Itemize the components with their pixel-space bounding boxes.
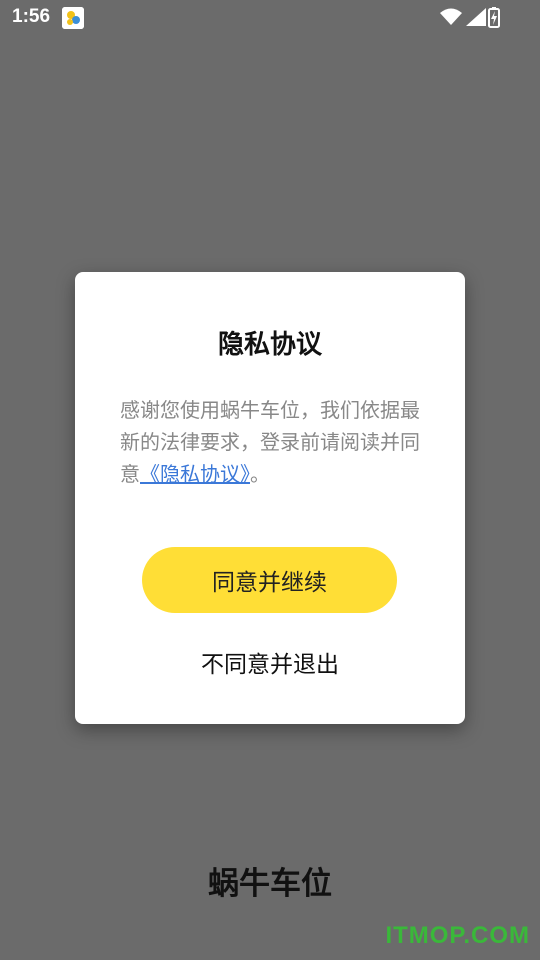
watermark: ITMOP.COM bbox=[385, 922, 530, 949]
privacy-policy-link[interactable]: 《隐私协议》 bbox=[140, 462, 250, 486]
status-bar: 1:56 bbox=[0, 0, 540, 36]
dialog-body: 感谢您使用蜗牛车位，我们依据最新的法律要求，登录前请阅读并同意《隐私协议》。 bbox=[120, 394, 425, 490]
status-time: 1:56 bbox=[12, 6, 51, 27]
app-notification-icon bbox=[62, 7, 84, 29]
battery-charging-icon bbox=[488, 7, 500, 32]
cellular-signal-icon bbox=[466, 8, 486, 30]
wifi-icon bbox=[440, 8, 462, 30]
app-name: 蜗牛车位 bbox=[208, 866, 332, 902]
agree-continue-button[interactable]: 同意并继续 bbox=[142, 547, 397, 613]
dialog-title: 隐私协议 bbox=[217, 330, 322, 360]
disagree-exit-button[interactable]: 不同意并退出 bbox=[75, 645, 465, 679]
privacy-dialog: 隐私协议 感谢您使用蜗牛车位，我们依据最新的法律要求，登录前请阅读并同意《隐私协… bbox=[75, 272, 465, 724]
dialog-body-suffix: 。 bbox=[250, 462, 270, 486]
